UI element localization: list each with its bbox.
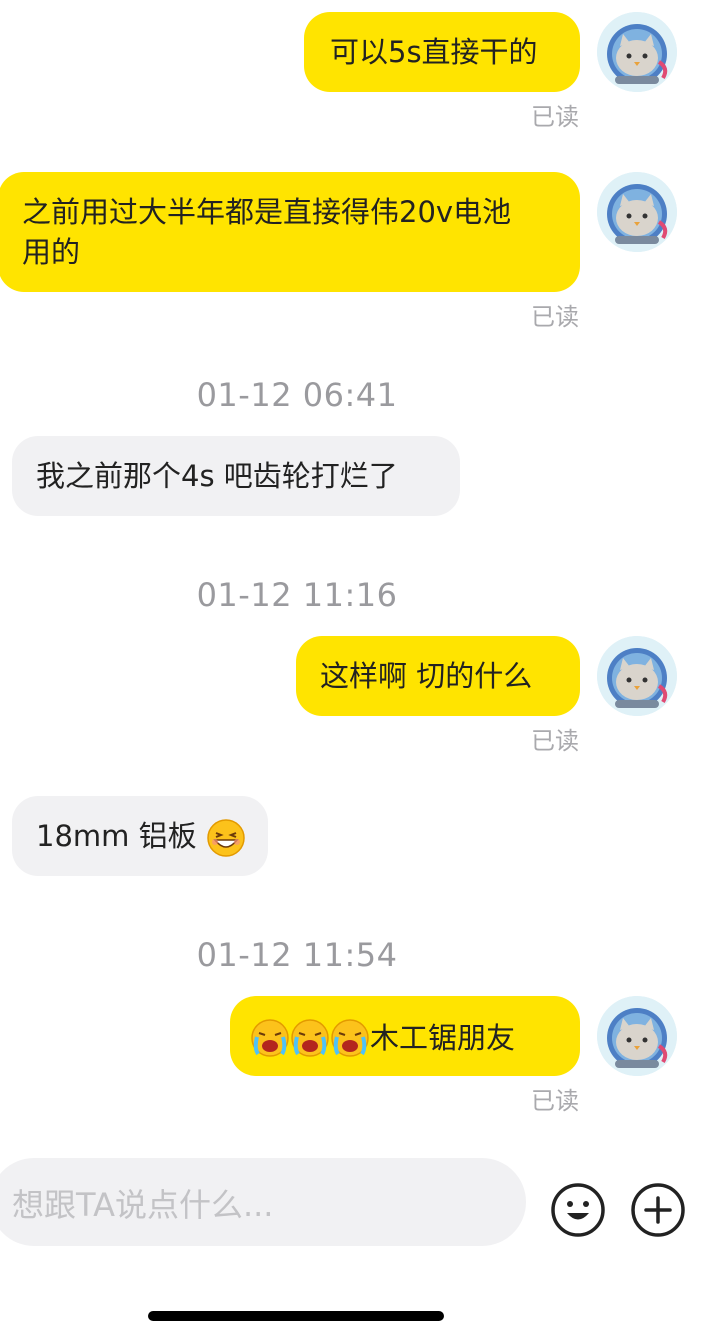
cat-avatar-icon [597, 996, 677, 1076]
avatar[interactable] [597, 996, 677, 1076]
emoji-button[interactable] [550, 1182, 606, 1238]
message-bubble-outgoing[interactable]: 这样啊 切的什么 [296, 636, 580, 716]
message-bubble-incoming[interactable]: 18mm 铝板 [12, 796, 268, 876]
timestamp: 01-12 06:41 [196, 376, 398, 414]
message-text: 木工锯朋友 [370, 1021, 516, 1055]
cat-avatar-icon [597, 12, 677, 92]
message-text: 18mm 铝板 [36, 819, 197, 853]
input-placeholder: 想跟TA说点什么... [12, 1186, 274, 1224]
message-text: 这样啊 切的什么 [320, 659, 533, 693]
message-text: 可以5s直接干的 [330, 35, 538, 69]
read-status: 已读 [531, 727, 579, 755]
crying-emoji-icon [251, 1019, 289, 1057]
avatar[interactable] [597, 636, 677, 716]
message-bubble-incoming[interactable]: 我之前那个4s 吧齿轮打烂了 [12, 436, 460, 516]
avatar[interactable] [597, 12, 677, 92]
crying-emoji-icon [291, 1019, 329, 1057]
cat-avatar-icon [597, 636, 677, 716]
message-bubble-outgoing[interactable]: 木工锯朋友 [230, 996, 580, 1076]
message-bubble-outgoing[interactable]: 可以5s直接干的 [304, 12, 580, 92]
smiley-icon [551, 1183, 605, 1237]
read-status: 已读 [531, 303, 579, 331]
home-indicator[interactable] [148, 1311, 444, 1321]
read-status: 已读 [531, 103, 579, 131]
grinning-squint-emoji-icon [207, 819, 245, 857]
avatar[interactable] [597, 172, 677, 252]
message-text-line: 之前用过大半年都是直接得伟20v电池 [22, 195, 512, 229]
crying-emoji-icon [331, 1019, 369, 1057]
message-input[interactable]: 想跟TA说点什么... [0, 1158, 526, 1246]
timestamp: 01-12 11:54 [196, 936, 398, 974]
message-text: 我之前那个4s 吧齿轮打烂了 [36, 459, 398, 493]
add-button[interactable] [630, 1182, 686, 1238]
timestamp: 01-12 11:16 [196, 576, 398, 614]
message-bubble-outgoing[interactable]: 之前用过大半年都是直接得伟20v电池 用的 [0, 172, 580, 292]
plus-circle-icon [631, 1183, 685, 1237]
cat-avatar-icon [597, 172, 677, 252]
read-status: 已读 [531, 1087, 579, 1115]
message-text-line: 用的 [22, 235, 81, 269]
